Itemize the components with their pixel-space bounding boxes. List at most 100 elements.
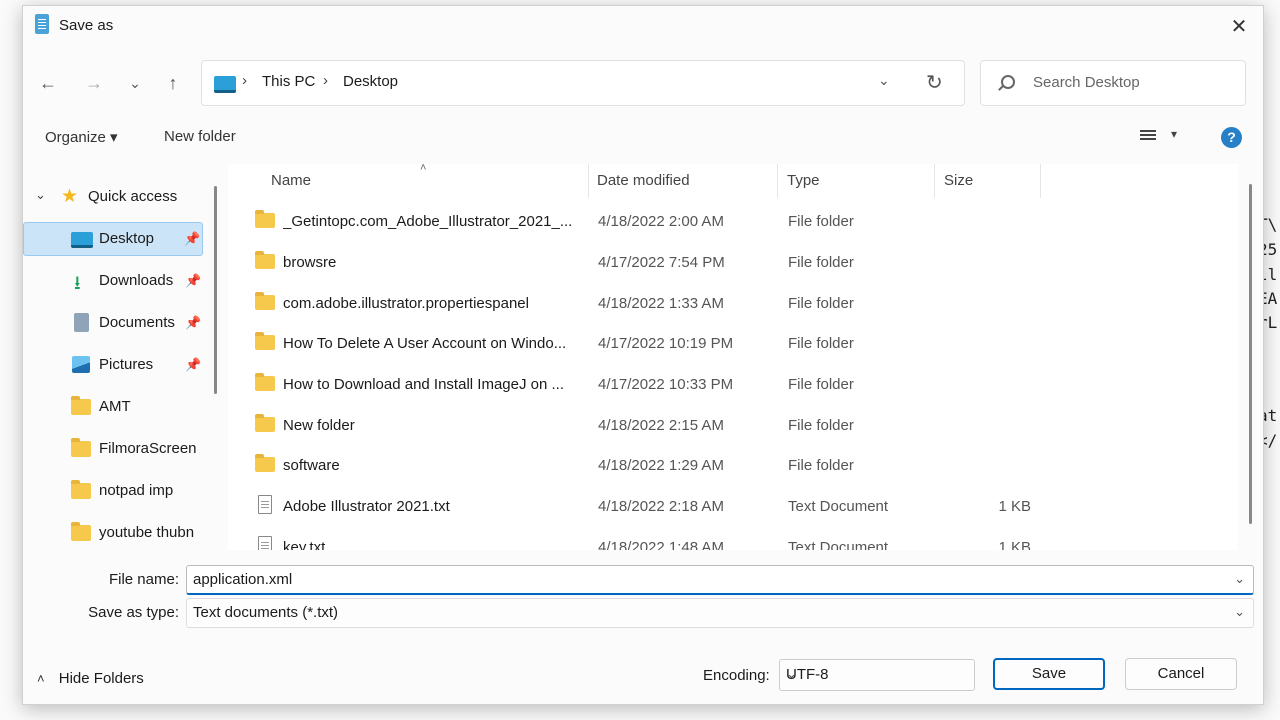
- chevron-down-icon: ⌄: [786, 666, 797, 681]
- file-name-field[interactable]: application.xml ⌄: [186, 565, 1254, 595]
- folder-icon: [255, 414, 275, 432]
- hide-folders-label: Hide Folders: [58, 670, 144, 687]
- close-button[interactable]: ✕: [1225, 14, 1253, 40]
- new-folder-button[interactable]: New folder: [164, 128, 236, 145]
- forward-button[interactable]: →: [79, 68, 109, 98]
- file-list-scrollbar[interactable]: [1249, 184, 1252, 524]
- view-options-icon[interactable]: [1140, 130, 1156, 132]
- folder-icon: [255, 292, 275, 310]
- chevron-down-icon[interactable]: ⌄: [35, 187, 46, 203]
- save-as-type-value: Text documents (*.txt): [193, 604, 339, 621]
- file-name: com.adobe.illustrator.propertiespanel: [283, 295, 529, 312]
- view-dropdown-icon[interactable]: ▾: [1171, 127, 1177, 141]
- file-date: 4/17/2022 10:19 PM: [598, 335, 734, 352]
- file-row[interactable]: _Getintopc.com_Adobe_Illustrator_2021_..…: [248, 202, 1068, 242]
- save-button[interactable]: Save: [993, 658, 1105, 690]
- folder-icon: [71, 522, 91, 541]
- help-icon[interactable]: ?: [1221, 127, 1242, 148]
- column-header-type[interactable]: Type: [787, 172, 820, 189]
- breadcrumb-desktop[interactable]: Desktop: [343, 73, 398, 90]
- sidebar-item-documents[interactable]: Documents 📌: [23, 306, 203, 340]
- file-type: Text Document: [788, 498, 889, 515]
- sidebar-item-desktop[interactable]: Desktop 📌: [23, 222, 203, 256]
- sort-ascending-icon: ˄: [420, 164, 427, 174]
- column-header-date[interactable]: Date modified: [597, 172, 690, 189]
- file-row[interactable]: How to Download and Install ImageJ on ..…: [248, 365, 1068, 405]
- pin-icon: 📌: [185, 357, 202, 372]
- file-date: 4/17/2022 10:33 PM: [598, 376, 734, 393]
- file-name-label: File name:: [108, 571, 179, 588]
- text-document-icon: [258, 495, 272, 514]
- file-name: New folder: [283, 417, 355, 434]
- chevron-down-icon[interactable]: ⌄: [1234, 604, 1245, 620]
- sidebar-item-label: Quick access: [88, 188, 178, 205]
- folder-icon: [255, 454, 275, 472]
- back-button[interactable]: ←: [33, 68, 63, 98]
- dialog-footer: ˄ Hide Folders Encoding: UTF-8 ⌄ Save Ca…: [23, 646, 1263, 702]
- file-name-value: application.xml: [193, 571, 293, 588]
- column-divider[interactable]: [588, 164, 589, 198]
- column-header-name[interactable]: Name: [271, 172, 311, 189]
- file-date: 4/17/2022 7:54 PM: [598, 254, 725, 271]
- downloads-icon: ⭳: [74, 273, 81, 294]
- search-input[interactable]: Search Desktop: [980, 60, 1246, 106]
- breadcrumb-this-pc[interactable]: This PC: [262, 73, 315, 90]
- file-row[interactable]: How To Delete A User Account on Windo...…: [248, 324, 1068, 364]
- folder-icon: [255, 210, 275, 228]
- organize-button[interactable]: Organize ▾: [45, 128, 118, 146]
- desktop-icon: [71, 232, 93, 248]
- file-row[interactable]: com.adobe.illustrator.propertiespanel 4/…: [248, 284, 1068, 324]
- sidebar-scrollbar[interactable]: [214, 186, 217, 394]
- folder-icon: [71, 396, 91, 415]
- folder-icon: [71, 438, 91, 457]
- file-row[interactable]: Adobe Illustrator 2021.txt 4/18/2022 2:1…: [248, 487, 1068, 527]
- chevron-down-icon[interactable]: ⌄: [1234, 571, 1245, 587]
- file-type: File folder: [788, 213, 854, 230]
- notepad-icon: [35, 14, 49, 34]
- sidebar-item-label: Documents: [99, 314, 175, 331]
- save-as-dialog: Save as ✕ ← → ⌄ ↑ › This PC › Desktop ⌄ …: [22, 5, 1264, 705]
- file-type: File folder: [788, 295, 854, 312]
- sidebar-item-quick-access[interactable]: ⌄ ★ Quick access: [23, 180, 203, 214]
- sidebar-item-amt[interactable]: AMT: [23, 390, 203, 424]
- cancel-button[interactable]: Cancel: [1125, 658, 1237, 690]
- file-date: 4/18/2022 1:48 AM: [598, 539, 724, 550]
- recent-locations-button[interactable]: ⌄: [120, 68, 150, 98]
- navigation-pane: ⌄ ★ Quick access Desktop 📌 ⭳ Downloads 📌…: [23, 164, 218, 552]
- sidebar-item-notpad-imp[interactable]: notpad imp: [23, 474, 203, 508]
- sidebar-item-youtube-thubn[interactable]: youtube thubn: [23, 516, 203, 550]
- file-size: 1 KB: [998, 498, 1031, 515]
- sidebar-item-filmorascreen[interactable]: FilmoraScreen: [23, 432, 203, 466]
- column-divider[interactable]: [1040, 164, 1041, 198]
- folder-icon: [71, 480, 91, 499]
- column-divider[interactable]: [934, 164, 935, 198]
- file-type: File folder: [788, 254, 854, 271]
- sidebar-item-pictures[interactable]: Pictures 📌: [23, 348, 203, 382]
- column-header-size[interactable]: Size: [944, 172, 973, 189]
- file-name: _Getintopc.com_Adobe_Illustrator_2021_..…: [283, 213, 573, 230]
- sidebar-item-downloads[interactable]: ⭳ Downloads 📌: [23, 264, 203, 298]
- up-button[interactable]: ↑: [158, 68, 188, 98]
- sidebar-item-label: Downloads: [99, 272, 174, 289]
- file-type: File folder: [788, 335, 854, 352]
- dialog-title: Save as: [59, 17, 114, 34]
- folder-icon: [255, 332, 275, 350]
- file-list: Name ˄ Date modified Type Size _Getintop…: [228, 164, 1238, 550]
- hide-folders-button[interactable]: ˄ Hide Folders: [37, 670, 144, 687]
- file-name: software: [283, 457, 340, 474]
- file-row[interactable]: software 4/18/2022 1:29 AM File folder: [248, 446, 1068, 486]
- file-date: 4/18/2022 1:29 AM: [598, 457, 724, 474]
- sidebar-item-label: FilmoraScreen: [99, 440, 197, 457]
- file-name: Adobe Illustrator 2021.txt: [283, 498, 450, 515]
- save-as-type-select[interactable]: Text documents (*.txt) ⌄: [186, 598, 1254, 628]
- encoding-select[interactable]: UTF-8 ⌄: [779, 659, 975, 691]
- file-row[interactable]: browsre 4/17/2022 7:54 PM File folder: [248, 243, 1068, 283]
- file-name: How To Delete A User Account on Windo...: [283, 335, 567, 352]
- address-dropdown-icon[interactable]: ⌄: [878, 72, 890, 89]
- address-bar[interactable]: › This PC › Desktop ⌄ ↻: [201, 60, 965, 106]
- file-row[interactable]: key.txt 4/18/2022 1:48 AM Text Document …: [248, 528, 1068, 550]
- refresh-icon[interactable]: ↻: [926, 70, 943, 95]
- column-divider[interactable]: [777, 164, 778, 198]
- file-row[interactable]: New folder 4/18/2022 2:15 AM File folder: [248, 406, 1068, 446]
- pin-icon: 📌: [184, 231, 201, 246]
